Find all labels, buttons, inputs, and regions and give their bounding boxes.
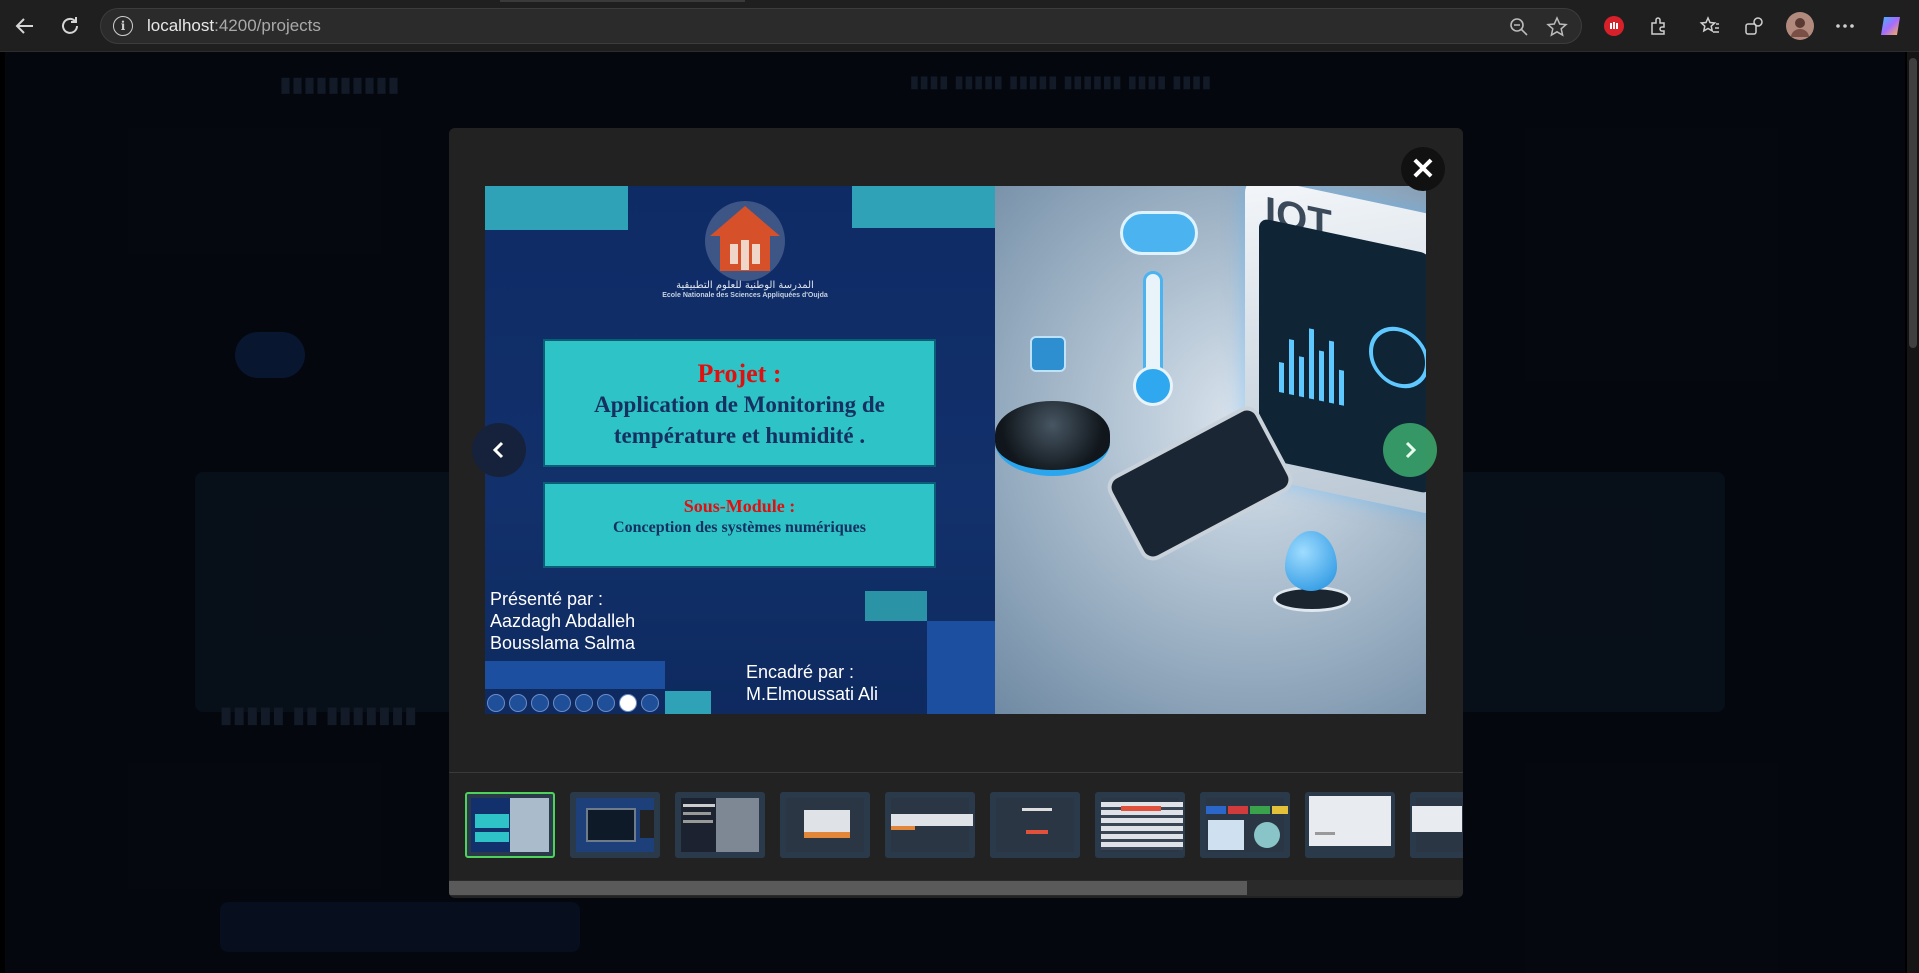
page-scrollbar-thumb[interactable] [1909, 58, 1917, 348]
cloud-icon [1120, 211, 1198, 255]
logo-school-text: Ecole Nationale des Sciences Appliquées … [662, 292, 828, 299]
slide-deco-bar [485, 186, 628, 230]
copilot-icon[interactable] [1877, 12, 1905, 40]
logo-arabic-text: المدرسة الوطنية للعلوم التطبيقية [676, 280, 814, 291]
presented-label: Présenté par : [490, 589, 604, 609]
thumbnail-9[interactable] [1305, 792, 1395, 858]
presenter-name: Bousslama Salma [490, 633, 636, 653]
back-button[interactable] [10, 11, 40, 41]
profile-avatar[interactable] [1786, 12, 1814, 40]
slide-tool-icon [553, 694, 571, 712]
extensions-puzzle-icon[interactable] [1645, 12, 1673, 40]
collections-icon[interactable] [1740, 12, 1768, 40]
thumbnail-10[interactable] [1410, 792, 1463, 858]
slide-tool-icon [575, 694, 593, 712]
browser-toolbar: i localhost:4200/projects [0, 0, 1919, 52]
thumbnail-scrollbar-thumb[interactable] [449, 881, 1247, 895]
supervisor: Encadré par : M.Elmoussati Ali [746, 661, 878, 705]
next-slide-button[interactable] [1383, 423, 1437, 477]
iot-illustration: IOT [995, 186, 1426, 714]
thumbnail-strip [465, 792, 1463, 858]
address-bar[interactable]: i localhost:4200/projects [100, 8, 1582, 44]
slide-tool-icon [597, 694, 615, 712]
thumbnail-5[interactable] [885, 792, 975, 858]
slide-toolbar [487, 694, 659, 712]
smart-speaker-icon [995, 401, 1110, 476]
reload-button[interactable] [55, 11, 85, 41]
url-text[interactable]: localhost:4200/projects [147, 16, 321, 36]
favorite-star-icon[interactable] [1545, 15, 1569, 39]
thumbnail-3[interactable] [675, 792, 765, 858]
extension-stop-icon[interactable] [1600, 12, 1628, 40]
slide-deco-bar [485, 661, 665, 689]
tab-indicator [500, 0, 745, 2]
zoom-icon[interactable] [1507, 15, 1531, 39]
presenter-name: Aazdagh Abdalleh [490, 611, 636, 631]
thumbnail-7[interactable] [1095, 792, 1185, 858]
thumbnail-divider [449, 772, 1463, 773]
project-label: Projet : [697, 359, 782, 388]
supervisor-label: Encadré par : [746, 662, 855, 682]
submodule-label: Sous-Module : [683, 496, 796, 516]
slide-tool-icon [641, 694, 659, 712]
thumbnail-scrollbar[interactable] [449, 880, 1463, 896]
url-host: localhost [147, 16, 215, 35]
slide-deco-bar [865, 591, 927, 621]
project-title-line2: température et humidité . [613, 423, 866, 448]
project-title-box: Projet : Application de Monitoring de te… [543, 339, 936, 467]
prev-slide-button[interactable] [472, 423, 526, 477]
more-menu-icon[interactable] [1831, 12, 1859, 40]
url-path: :4200/projects [214, 16, 321, 35]
chevron-left-icon [492, 441, 504, 459]
slide-tool-icon [487, 694, 505, 712]
image-gallery-modal: المدرسة الوطنية للعلوم التطبيقية Ecole N… [449, 128, 1463, 898]
bar-graph-icon [1279, 312, 1344, 406]
presenters: Présenté par : Aazdagh Abdalleh Bousslam… [490, 588, 635, 654]
slide-image: المدرسة الوطنية للعلوم التطبيقية Ecole N… [485, 186, 1426, 714]
thermometer-bulb [1133, 366, 1173, 406]
gauge-icon [1369, 321, 1426, 394]
water-drop-icon [1285, 531, 1337, 591]
thumbnail-4[interactable] [780, 792, 870, 858]
slide-tool-icon [619, 694, 637, 712]
thumbnail-8[interactable] [1200, 792, 1290, 858]
back-arrow-icon [15, 18, 33, 34]
supervisor-name: M.Elmoussati Ali [746, 684, 879, 704]
slide-deco-bar [852, 186, 995, 228]
submodule-box: Sous-Module : Conception des systèmes nu… [543, 482, 936, 568]
project-title-line1: Application de Monitoring de [594, 392, 885, 417]
sensor-hub-icon [1030, 336, 1066, 372]
slide-deco-bar [927, 621, 995, 714]
chevron-right-icon [1405, 441, 1417, 459]
site-info-icon[interactable]: i [113, 16, 133, 36]
thumbnail-6[interactable] [990, 792, 1080, 858]
favorites-icon[interactable] [1696, 12, 1724, 40]
slide-tool-icon [509, 694, 527, 712]
page-scrollbar[interactable] [1907, 52, 1919, 973]
thumbnail-2[interactable] [570, 792, 660, 858]
reload-icon [62, 17, 78, 34]
slide-tool-icon [531, 694, 549, 712]
slide-deco-bar [665, 691, 711, 714]
slide-left-panel: المدرسة الوطنية للعلوم التطبيقية Ecole N… [485, 186, 995, 714]
submodule-text: Conception des systèmes numériques [613, 519, 866, 536]
thumbnail-1[interactable] [465, 792, 555, 858]
close-button[interactable]: ✕ [1401, 147, 1445, 191]
